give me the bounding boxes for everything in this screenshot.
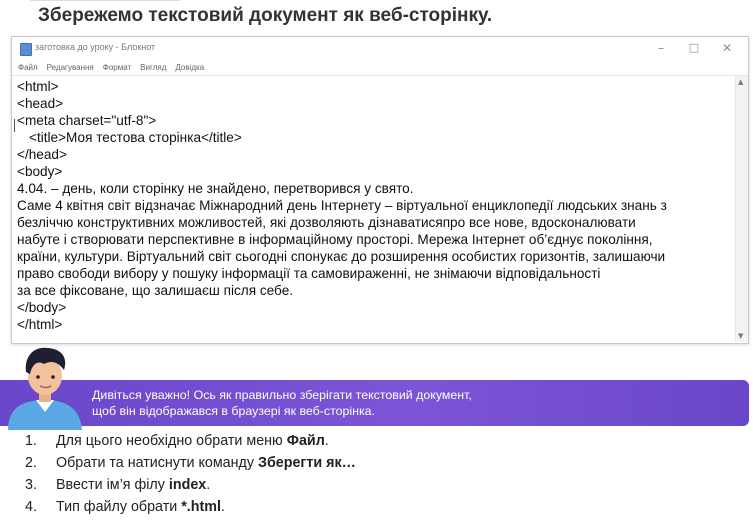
scroll-down-icon[interactable]: ▼ — [738, 332, 743, 340]
menu-edit[interactable]: Редагування — [47, 63, 94, 72]
editor-line: </html> — [17, 317, 63, 332]
step-bold: *.html — [181, 499, 221, 515]
text-editor[interactable]: <html> <head> <meta charset="utf-8"> <ti… — [12, 76, 734, 342]
notepad-window: заготовка до уроку - Блокнот – □ ✕ Файл … — [11, 36, 749, 344]
step-text: Тип файлу обрати — [56, 499, 182, 515]
step-number: 4. — [25, 499, 37, 515]
editor-line: набуте і створювати перспективне в інфор… — [17, 232, 653, 247]
step-bold: index — [168, 477, 207, 493]
page-title: Збережемо текстовий документ як веб-стор… — [38, 5, 493, 26]
editor-line: безліччю конструктивних можливостей, які… — [17, 215, 636, 230]
vertical-scrollbar[interactable]: ▲ ▼ — [735, 76, 748, 342]
editor-line: <body> — [17, 164, 63, 179]
banner-line: Дивіться уважно! Ось як правильно зберіг… — [92, 388, 472, 402]
editor-line: країни, культури. Віртуальний світ сього… — [17, 249, 666, 264]
step-after: . — [220, 499, 225, 515]
editor-line: <meta charset="utf-8"> — [17, 113, 157, 128]
menu-format[interactable]: Формат — [103, 63, 131, 72]
step-number: 1. — [25, 433, 37, 449]
step-text: Для цього необхідно обрати меню — [56, 433, 287, 449]
step-text: Ввести ім’я філу — [56, 477, 169, 493]
editor-line: <head> — [17, 96, 64, 111]
editor-line: </head> — [17, 147, 67, 162]
editor-line: </body> — [17, 300, 67, 315]
steps-list: 1. Для цього необхідно обрати меню Файл. … — [25, 430, 356, 518]
list-item: 4. Тип файлу обрати *.html. — [25, 496, 356, 518]
editor-line: <title>Моя тестова сторінка</title> — [29, 130, 242, 145]
list-item: 2. Обрати та натиснути команду Зберегти я… — [25, 452, 356, 474]
step-after: . — [206, 477, 211, 493]
menu-file[interactable]: Файл — [18, 63, 38, 72]
step-after: . — [324, 433, 329, 449]
editor-line: 4.04. – день, коли сторінку не знайдено,… — [17, 181, 414, 196]
step-text: Обрати та натиснути команду — [56, 455, 258, 471]
info-banner: Дивіться уважно! Ось як правильно зберіг… — [0, 380, 749, 426]
notepad-icon — [20, 43, 32, 56]
maximize-icon[interactable]: □ — [679, 39, 709, 57]
step-bold: Файл — [286, 433, 325, 449]
avatar — [8, 347, 82, 430]
editor-line: Саме 4 квітня світ відзначає Міжнародний… — [17, 198, 667, 213]
scroll-up-icon[interactable]: ▲ — [738, 78, 743, 86]
banner-text: Дивіться уважно! Ось як правильно зберіг… — [92, 387, 472, 419]
list-item: 1. Для цього необхідно обрати меню Файл. — [25, 430, 356, 452]
window-titlebar[interactable]: заготовка до уроку - Блокнот – □ ✕ — [12, 37, 748, 59]
menu-help[interactable]: Довідка — [175, 63, 204, 72]
banner-line: щоб він відображався в браузері як веб-с… — [92, 404, 376, 418]
editor-line: <html> — [17, 79, 59, 94]
editor-line: право свободи вибору у пошуку інформації… — [17, 266, 601, 281]
window-title: заготовка до уроку - Блокнот — [35, 42, 156, 52]
close-icon[interactable]: ✕ — [712, 39, 742, 57]
menu-bar: Файл Редагування Формат Вигляд Довідка — [12, 59, 748, 76]
menu-view[interactable]: Вигляд — [140, 63, 166, 72]
step-number: 3. — [25, 477, 37, 493]
list-item: 3. Ввести ім’я філу index. — [25, 474, 356, 496]
editor-line: за все фіксоване, що залишаєш після себе… — [17, 283, 294, 298]
minimize-icon[interactable]: – — [646, 39, 676, 57]
step-number: 2. — [25, 455, 37, 471]
step-bold: Зберегти як… — [258, 455, 356, 471]
